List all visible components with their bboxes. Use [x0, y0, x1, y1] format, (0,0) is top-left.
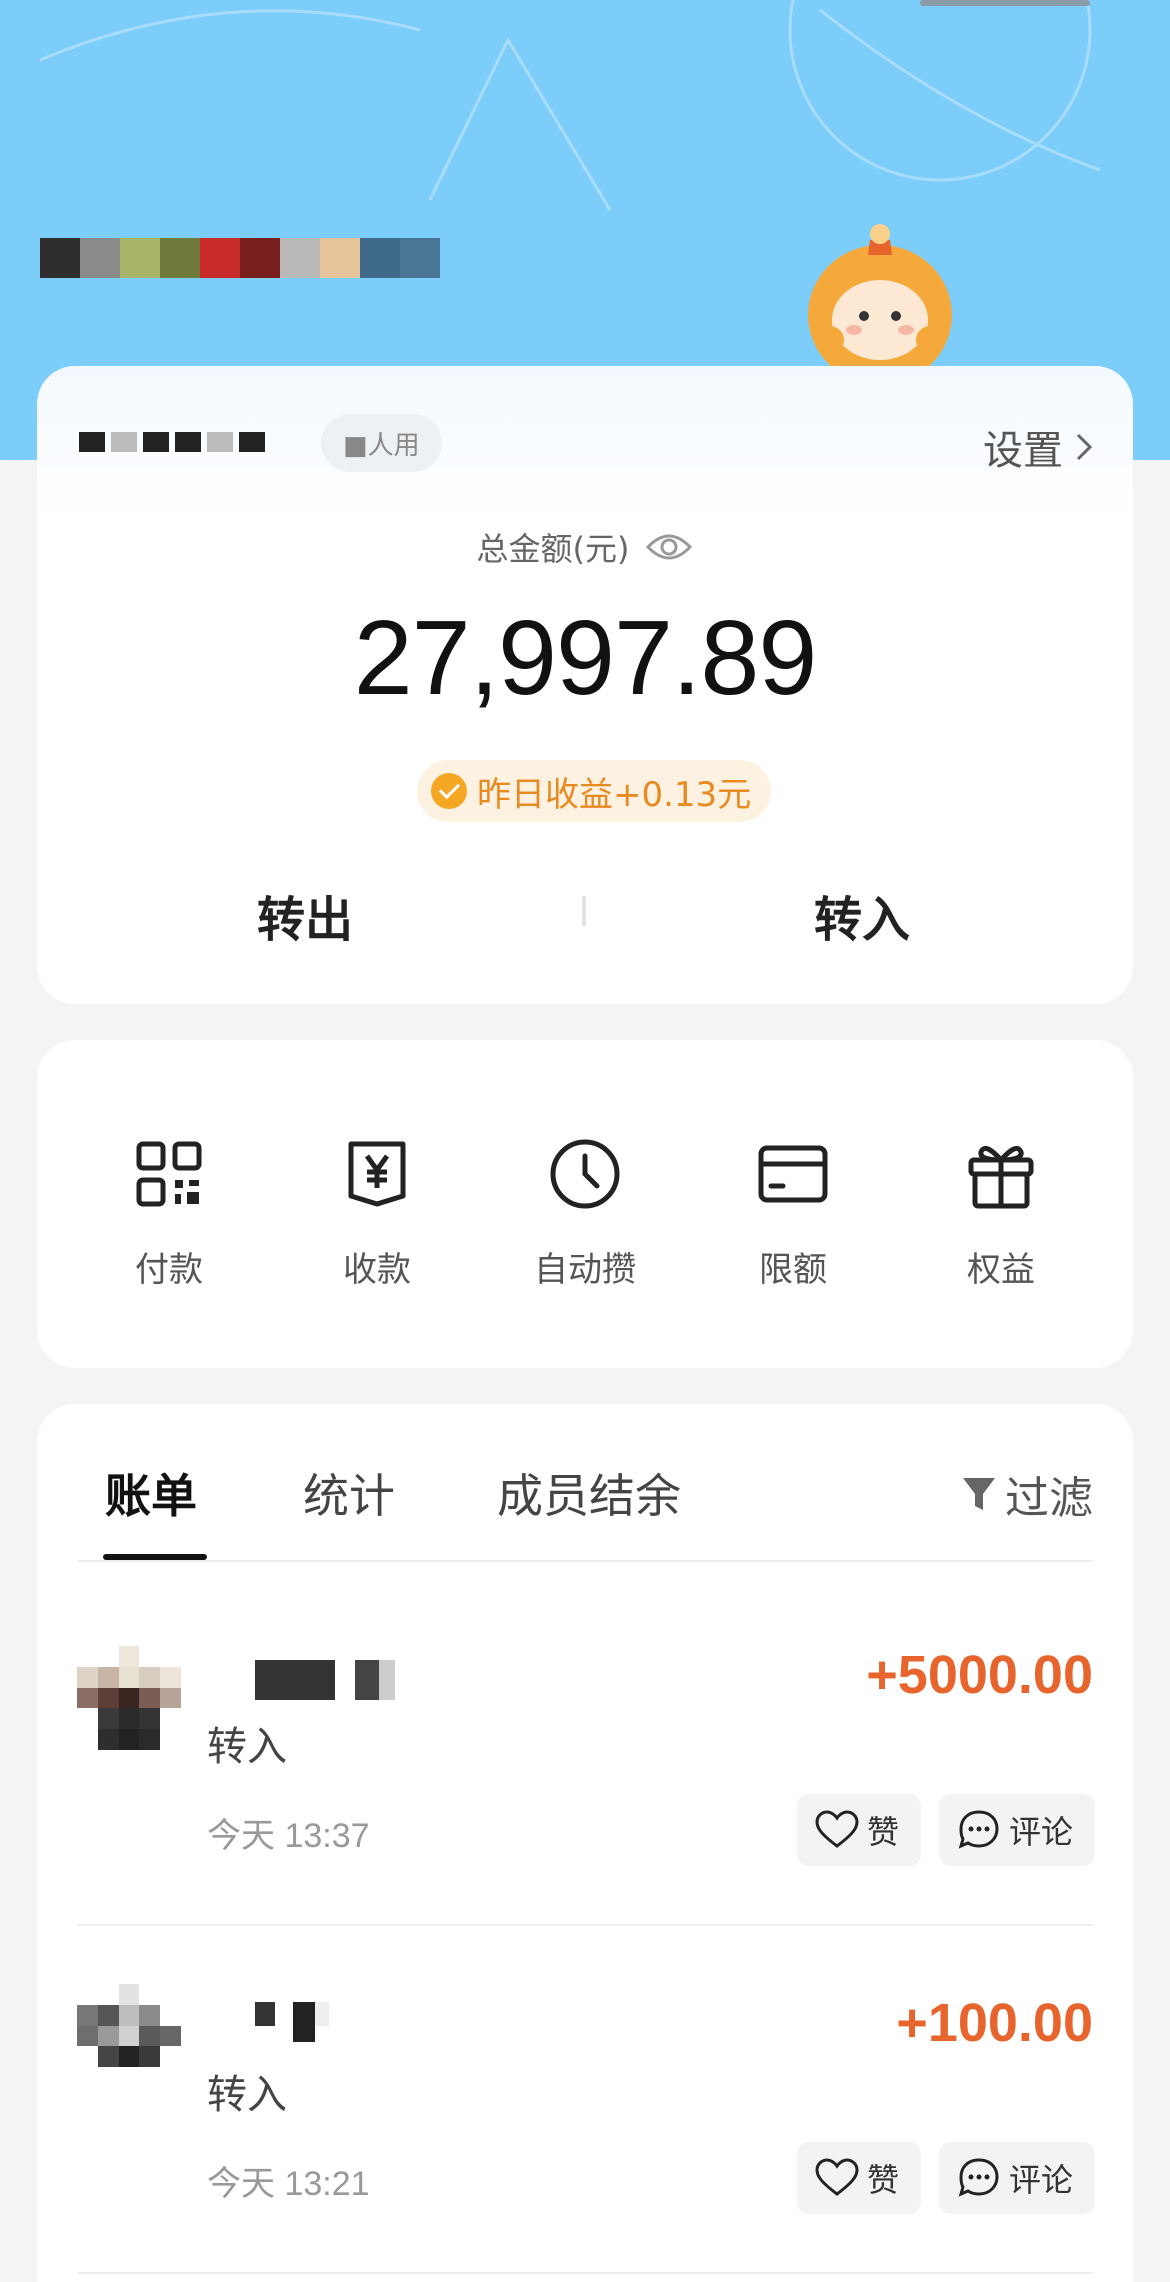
payer-name-redacted [255, 2002, 329, 2042]
total-amount: 27,997.89 [353, 599, 818, 717]
card-icon [758, 1145, 828, 1203]
account-tag-label: ■人用 [343, 430, 420, 461]
action-auto-save[interactable]: 自动攒 [505, 1134, 665, 1291]
total-label-text: 总金额(元) [476, 530, 630, 568]
coin-bag-icon [431, 773, 467, 809]
comment-label: 评论 [1009, 1813, 1074, 1851]
divider [582, 896, 586, 926]
active-tab-indicator [103, 1554, 207, 1560]
mascot-icon [808, 224, 952, 370]
total-amount-label: 总金额(元) [37, 524, 1133, 570]
transaction-time: 今天 13:37 [207, 1817, 370, 1855]
like-button[interactable]: 赞 [797, 1794, 921, 1866]
tab-member-balance[interactable]: 成员结余 [497, 1460, 681, 1526]
action-benefits-label: 权益 [967, 1250, 1035, 1290]
blurred-title-image [40, 238, 440, 278]
tabs-divider [77, 1560, 1093, 1562]
avatar [77, 1984, 181, 2088]
account-tag: ■人用 [321, 414, 442, 472]
heart-icon [815, 1810, 859, 1848]
transaction-amount: +100.00 [896, 1993, 1093, 2053]
action-limit[interactable]: 限额 [713, 1134, 873, 1291]
comment-button[interactable]: 评论 [939, 1794, 1095, 1866]
comment-label: 评论 [1009, 2161, 1074, 2199]
like-label: 赞 [867, 1813, 900, 1851]
transaction-row[interactable]: 转入 +5000.00 今天 13:37 赞 评论 [37, 1564, 1133, 1908]
action-limit-label: 限额 [759, 1250, 827, 1290]
qr-code-icon [136, 1141, 202, 1207]
like-button[interactable]: 赞 [797, 2142, 921, 2214]
avatar [77, 1646, 181, 1750]
transaction-type: 转入 [207, 1724, 287, 1770]
comment-button[interactable]: 评论 [939, 2142, 1095, 2214]
settings-button[interactable]: 设置 [983, 418, 1093, 476]
heart-icon [815, 2158, 859, 2196]
settings-label: 设置 [983, 428, 1063, 474]
action-benefits[interactable]: 权益 [921, 1134, 1081, 1291]
bills-card: 账单 统计 成员结余 过滤 转入 +5000.00 今天 13:37 赞 评论 … [37, 1404, 1133, 2282]
action-receive[interactable]: 收款 [297, 1134, 457, 1291]
transfer-out-button[interactable]: 转出 [155, 880, 455, 950]
action-pay-label: 付款 [135, 1250, 203, 1290]
like-label: 赞 [867, 2161, 900, 2199]
filter-label: 过滤 [1005, 1473, 1093, 1524]
clock-icon [550, 1139, 620, 1209]
quick-actions-card: 付款 收款 自动攒 限额 权益 [37, 1040, 1133, 1368]
chevron-right-icon [1076, 433, 1093, 461]
filter-button[interactable]: 过滤 [961, 1462, 1093, 1526]
account-name-redacted [79, 432, 271, 452]
eye-icon[interactable] [645, 529, 693, 565]
action-pay[interactable]: 付款 [89, 1134, 249, 1291]
comment-bubble-icon [958, 2158, 999, 2197]
comment-bubble-icon [958, 1810, 999, 1849]
action-receive-label: 收款 [343, 1250, 411, 1290]
action-auto-save-label: 自动攒 [534, 1250, 636, 1290]
payer-name-redacted [255, 1660, 395, 1700]
transaction-amount: +5000.00 [866, 1645, 1093, 1705]
yesterday-earnings-badge[interactable]: 昨日收益+0.13元 [417, 760, 772, 822]
tab-bills[interactable]: 账单 [105, 1460, 197, 1526]
filter-icon [963, 1478, 995, 1510]
transaction-type: 转入 [207, 2072, 287, 2118]
transfer-in-button[interactable]: 转入 [712, 880, 1012, 950]
gift-icon [968, 1145, 1034, 1209]
balance-card: ■人用 设置 总金额(元) 27,997.89 昨日收益+0.13元 转出 转入 [37, 366, 1133, 1004]
yesterday-earnings-text: 昨日收益+0.13元 [477, 774, 752, 815]
transaction-time: 今天 13:21 [207, 2165, 370, 2203]
row-divider [77, 2272, 1093, 2274]
tab-statistics[interactable]: 统计 [303, 1460, 395, 1526]
yen-receipt-icon [348, 1141, 406, 1207]
transaction-row[interactable]: 转入 +100.00 今天 13:21 赞 评论 [37, 1912, 1133, 2256]
